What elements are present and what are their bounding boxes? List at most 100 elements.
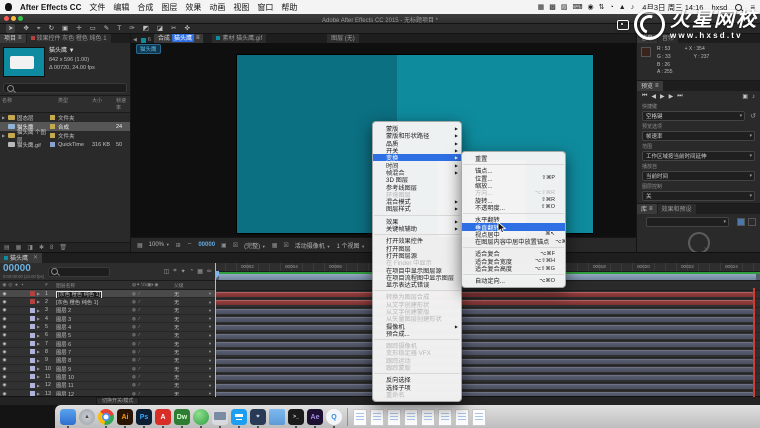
roi-icon[interactable]: ▦ (272, 242, 278, 249)
panel-menu-icon[interactable]: ≡ (649, 206, 653, 212)
eye-icon[interactable]: ◉ (2, 324, 7, 330)
quality-switch-icon[interactable]: ◍ (132, 291, 136, 297)
audio-cell[interactable] (8, 316, 13, 322)
menubar-status-icon[interactable]: ⇅ (599, 3, 605, 11)
lock-cell[interactable] (20, 332, 25, 338)
lock-cell[interactable] (20, 324, 25, 330)
layer-track[interactable] (215, 349, 760, 357)
solo-cell[interactable] (14, 349, 19, 355)
layer-twirl-icon[interactable]: ▶ (37, 383, 45, 388)
quality-slash-icon[interactable]: ∕ (139, 291, 140, 297)
menubar-status-icon[interactable]: ⌨ (572, 3, 582, 11)
menu-item[interactable]: 混合模式▶ (373, 198, 461, 205)
layer-track[interactable] (215, 324, 760, 332)
mask-visibility-icon[interactable]: ⌔ (187, 241, 193, 249)
quality-slash-icon[interactable]: ∕ (139, 299, 140, 305)
menu-item[interactable]: 环境图层 (373, 191, 461, 198)
menubar-status-icon[interactable]: ▦ (538, 3, 545, 11)
layer-switches[interactable]: ◍∕ (132, 374, 172, 380)
layer-name[interactable]: 图层 11 (56, 381, 132, 389)
dock-app-dreamweaver[interactable]: Dw (174, 409, 190, 425)
quality-slash-icon[interactable]: ∕ (139, 341, 140, 347)
project-footer-icon[interactable]: 8 (50, 245, 53, 251)
dock-app-folder[interactable] (269, 409, 285, 425)
dock-minimized-document[interactable] (370, 409, 384, 426)
eye-icon[interactable]: ◉ (2, 382, 7, 388)
list-view-button[interactable] (748, 218, 756, 226)
timeline-toolbar-icon[interactable]: ▦ (197, 268, 203, 275)
transparency-grid-icon[interactable]: ☒ (283, 242, 288, 249)
layer-track[interactable] (215, 383, 760, 391)
layer-name[interactable]: 图层 6 (56, 340, 132, 348)
layer-switches[interactable]: ◍∕ (132, 366, 172, 372)
transport-button[interactable]: ⏭ (677, 93, 682, 100)
menu-item[interactable]: 在项目中显示图层源 (373, 266, 461, 273)
project-footer-icon[interactable]: ◨ (27, 244, 33, 251)
menubar-menu[interactable]: 合成 (137, 2, 153, 13)
quality-slash-icon[interactable]: ∕ (139, 316, 140, 322)
dock-minimized-document[interactable] (472, 409, 486, 426)
layer-switches[interactable]: ◍∕ (132, 299, 172, 305)
quality-switch-icon[interactable]: ◍ (132, 349, 136, 355)
dock-app-keynote[interactable] (231, 409, 247, 425)
tab-effects-presets[interactable]: 效果和预设 (658, 204, 696, 214)
menubar-menu[interactable]: 图层 (161, 2, 177, 13)
tool-icon[interactable]: ➤ (6, 24, 15, 33)
layer-twirl-icon[interactable]: ▶ (37, 366, 45, 371)
menu-item[interactable]: 跟踪运动 (373, 357, 461, 364)
dock-app-display[interactable] (212, 409, 228, 425)
dock-app-sphere[interactable] (193, 409, 209, 425)
layer-track[interactable] (215, 333, 760, 341)
layer-parent-cell[interactable]: 无▼ (172, 323, 215, 331)
dock-app-acrobat[interactable]: A (155, 409, 171, 425)
project-footer-icon[interactable]: ▤ (4, 244, 10, 251)
layer-name[interactable]: [灰色 橙色 纯色 1] (56, 290, 132, 298)
tab-footage[interactable]: 素材 猫头鹰.gif (212, 33, 266, 43)
layer-twirl-icon[interactable]: ▶ (37, 333, 45, 338)
layer-duration-bar[interactable] (216, 292, 753, 297)
solo-cell[interactable] (14, 316, 19, 322)
layer-name-edit-field[interactable]: [灰色 橙色 纯色 1] (56, 291, 102, 298)
menu-item[interactable]: 适合复合⌥⌘F (462, 250, 565, 257)
tab-info[interactable]: 信息 (637, 33, 657, 43)
menu-item[interactable]: 在项目流程图中显示图层 (373, 274, 461, 281)
quality-slash-icon[interactable]: ∕ (139, 382, 140, 388)
audio-cell[interactable] (8, 374, 13, 380)
layer-twirl-icon[interactable]: ▶ (37, 324, 45, 329)
menu-item[interactable]: 位置...⇧⌘P (462, 175, 565, 182)
layer-parent-cell[interactable]: 无▼ (172, 373, 215, 381)
menubar-status-icon[interactable]: ▨ (561, 3, 568, 11)
label-chip[interactable] (50, 142, 55, 147)
lock-cell[interactable] (20, 366, 25, 372)
layer-label-chip[interactable] (30, 374, 35, 379)
menu-item[interactable]: 开关▶ (373, 147, 461, 154)
preview-item-name[interactable]: 猫头鹰 ▼ (49, 47, 95, 56)
menu-item[interactable]: 转换为图层合成 (373, 293, 461, 300)
lock-cell[interactable] (20, 374, 25, 380)
dock-app-after-effects[interactable]: Ae (307, 409, 323, 425)
tool-icon[interactable]: ✎ (104, 24, 109, 33)
layer-label-chip[interactable] (30, 333, 35, 338)
include-toggle-icon[interactable]: ♪ (752, 94, 755, 100)
layer-label-chip[interactable] (30, 316, 35, 321)
tab-composition[interactable]: 合成 猫头鹰 ≡ (154, 33, 204, 43)
layer-label-chip[interactable] (30, 383, 35, 388)
spotlight-icon[interactable] (735, 4, 742, 11)
layer-label-chip[interactable] (30, 308, 35, 313)
project-search-input[interactable] (3, 83, 127, 93)
layer-twirl-icon[interactable]: ▶ (37, 341, 45, 346)
grid-options-icon[interactable]: ⊞ (176, 242, 181, 249)
layer-twirl-icon[interactable]: ▶ (37, 349, 45, 354)
audio-cell[interactable] (8, 291, 13, 297)
panel-menu-icon[interactable]: ≡ (655, 83, 659, 89)
transport-button[interactable]: ▶ (669, 93, 674, 100)
solo-cell[interactable] (14, 357, 19, 363)
layer-duration-bar[interactable] (216, 359, 753, 364)
menu-item[interactable]: 适合复合宽度⌥⇧⌘H (462, 258, 565, 265)
quality-slash-icon[interactable]: ∕ (139, 307, 140, 313)
tool-icon[interactable]: ◪ (157, 24, 163, 33)
include-toggle-icon[interactable]: ▣ (742, 93, 748, 100)
tool-icon[interactable]: ▭ (90, 24, 96, 33)
layer-parent-cell[interactable]: 无▼ (172, 356, 215, 364)
menubar-menu[interactable]: 效果 (185, 2, 201, 13)
